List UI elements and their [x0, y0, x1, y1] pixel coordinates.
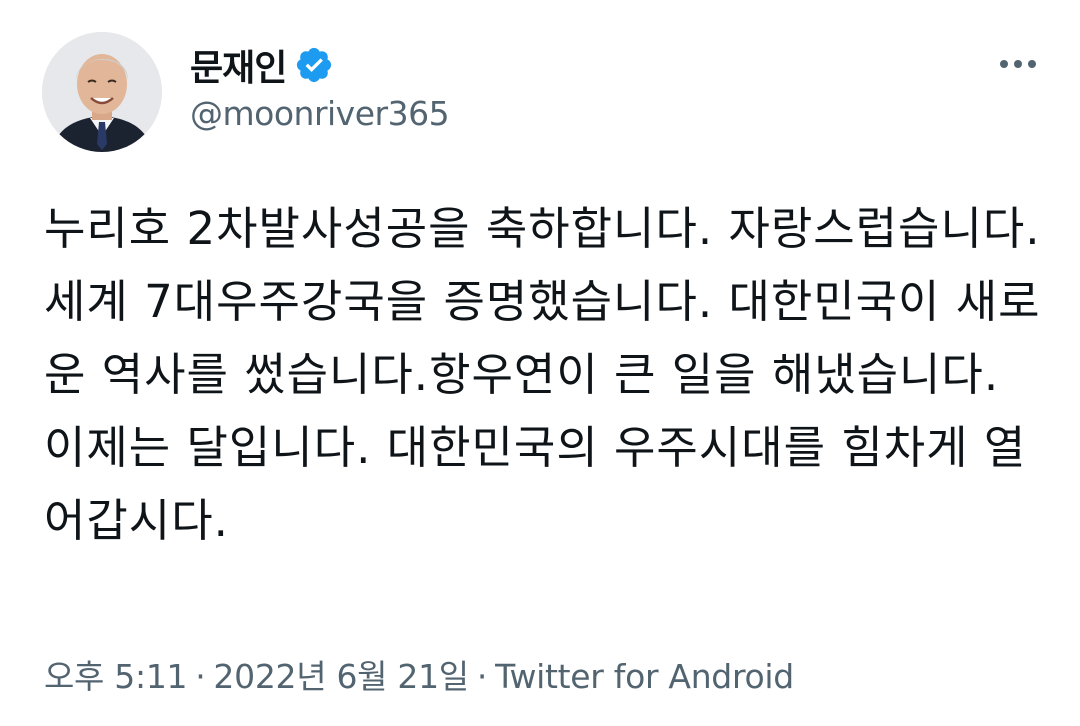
tweet-text: 누리호 2차발사성공을 축하합니다. 자랑스럽습니다. 세계 7대우주강국을 증…	[44, 202, 1041, 547]
display-name[interactable]: 문재인	[190, 39, 287, 91]
user-handle[interactable]: @moonriver365	[190, 94, 450, 133]
separator: ·	[195, 657, 206, 696]
separator: ·	[476, 657, 488, 696]
author-name-row[interactable]: 문재인	[190, 39, 334, 91]
tweet-time[interactable]: 오후 5:11	[44, 657, 188, 696]
avatar[interactable]	[42, 32, 162, 152]
more-horizontal-icon	[1000, 60, 1008, 68]
verified-badge-icon	[297, 47, 332, 83]
more-horizontal-icon	[1014, 60, 1022, 68]
tweet: 문재인 @moonriver365 누리호 2차발사성공을 축하합니다. 자랑스…	[0, 0, 1080, 726]
tweet-source-link[interactable]: Twitter for Android	[495, 657, 794, 696]
more-horizontal-icon	[1028, 60, 1036, 68]
avatar-photo	[42, 32, 162, 152]
more-options-button[interactable]	[1000, 56, 1036, 72]
tweet-date[interactable]: 2022년 6월 21일	[213, 657, 469, 696]
tweet-metadata: 오후 5:11 · 2022년 6월 21일 · Twitter for Android	[44, 650, 794, 698]
